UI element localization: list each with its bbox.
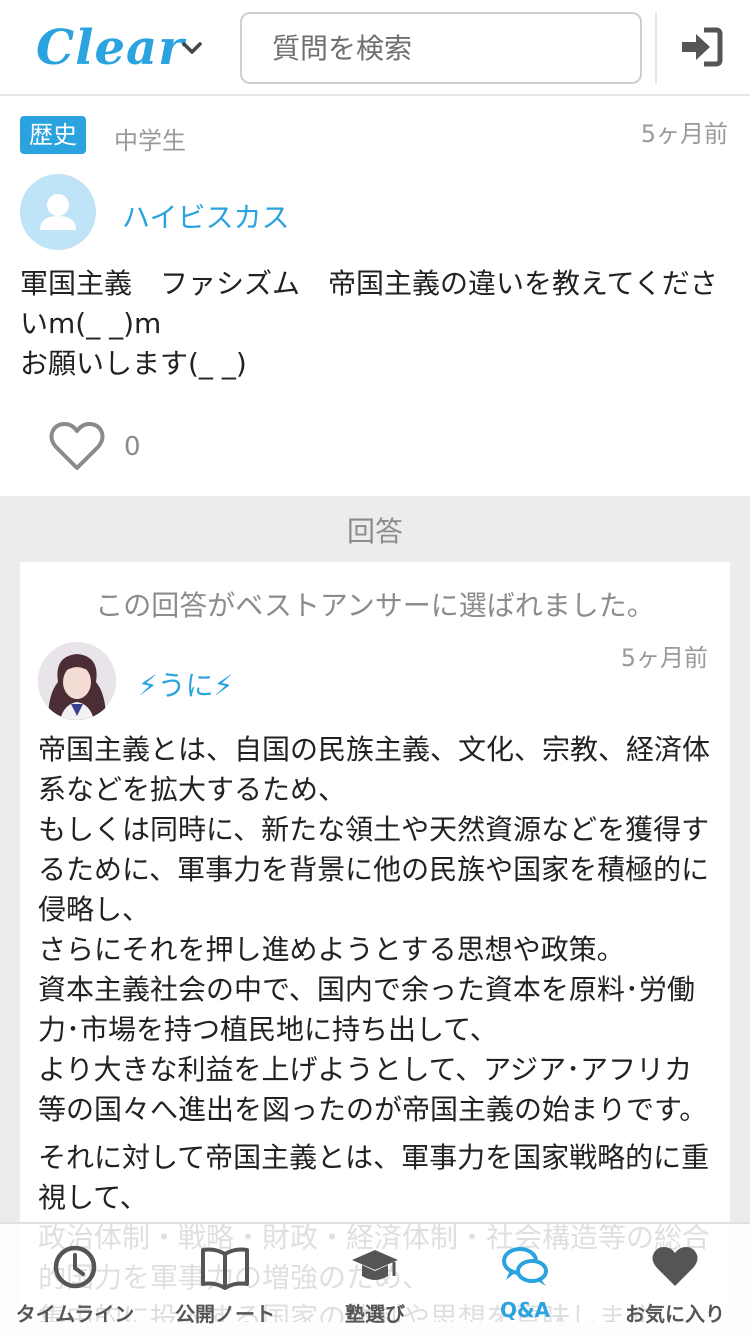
search-box[interactable] xyxy=(240,12,642,84)
chevron-down-icon[interactable] xyxy=(180,36,204,60)
question-username[interactable]: ハイビスカス xyxy=(122,196,289,236)
avatar[interactable] xyxy=(38,642,116,720)
answer-username[interactable]: ⚡うに⚡ xyxy=(138,664,233,704)
nav-label: 塾選び xyxy=(345,1302,405,1326)
grade-label: 中学生 xyxy=(114,127,186,155)
question-card: 歴史 中学生 5ヶ月前 ハイビスカス 軍国主義 ファシズム 帝国主義の違いを教え… xyxy=(0,98,750,496)
subject-badge[interactable]: 歴史 xyxy=(20,116,86,154)
answer-paragraph: 帝国主義とは、自国の民族主義、文化、宗教、経済体系などを拡大するため、 もしくは… xyxy=(38,733,711,1126)
user-photo-icon xyxy=(38,642,116,720)
nav-label: Q&A xyxy=(500,1298,550,1322)
heart-outline-icon[interactable] xyxy=(48,420,106,472)
header-divider xyxy=(655,12,657,84)
answers-section: 回答 この回答がベストアンサーに選ばれました。 5ヶ月前 ⚡うに⚡ 帝国主義とは… xyxy=(0,496,750,1334)
search-input[interactable] xyxy=(242,14,640,82)
app-logo[interactable]: Clear xyxy=(36,20,184,76)
avatar[interactable] xyxy=(20,174,96,250)
app-header: Clear xyxy=(0,0,750,96)
graduation-cap-icon xyxy=(352,1250,398,1280)
nav-item-timeline[interactable]: タイムライン xyxy=(0,1224,150,1334)
login-icon[interactable] xyxy=(678,26,724,68)
heart-icon xyxy=(652,1247,698,1286)
nav-label: 公開ノート xyxy=(175,1302,275,1326)
nav-item-qa[interactable]: Q&A xyxy=(450,1224,600,1334)
nav-item-cram-school[interactable]: 塾選び xyxy=(300,1224,450,1334)
question-text: 軍国主義 ファシズム 帝国主義の違いを教えてくださいm(_ _)m お願いします… xyxy=(20,267,718,380)
book-icon xyxy=(201,1247,249,1290)
answers-heading: 回答 xyxy=(346,515,403,548)
clock-icon xyxy=(53,1245,97,1289)
default-user-icon xyxy=(40,194,76,230)
answer-timestamp: 5ヶ月前 xyxy=(620,644,708,672)
like-count: 0 xyxy=(124,432,141,462)
chat-bubbles-icon xyxy=(502,1247,548,1286)
bottom-nav: タイムライン 公開ノート 塾選び Q&A お気に入り xyxy=(0,1222,750,1334)
nav-label: お気に入り xyxy=(625,1302,725,1326)
nav-label: タイムライン xyxy=(15,1302,135,1326)
answer-card: この回答がベストアンサーに選ばれました。 5ヶ月前 ⚡うに⚡ 帝国主義とは、自国… xyxy=(20,562,730,1322)
nav-item-favorites[interactable]: お気に入り xyxy=(600,1224,750,1334)
question-timestamp: 5ヶ月前 xyxy=(640,120,728,148)
nav-item-public-notes[interactable]: 公開ノート xyxy=(150,1224,300,1334)
best-answer-note: この回答がベストアンサーに選ばれました。 xyxy=(95,589,655,622)
